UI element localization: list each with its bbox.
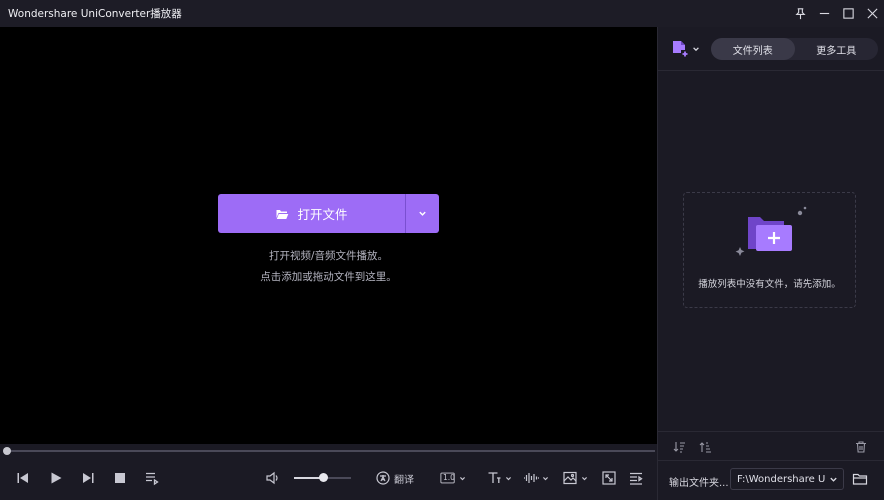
volume-handle[interactable] <box>318 473 328 482</box>
stop-button[interactable] <box>112 469 128 487</box>
speaker-icon <box>266 471 278 485</box>
fullscreen-button[interactable] <box>601 469 617 487</box>
menu-button[interactable] <box>628 469 644 487</box>
add-file-button[interactable] <box>670 39 700 59</box>
minimize-icon[interactable] <box>812 0 836 27</box>
next-button[interactable] <box>80 469 96 487</box>
chevron-down-icon <box>419 211 426 216</box>
open-file-button-group: 打开文件 <box>218 194 439 233</box>
volume-button[interactable] <box>265 469 281 487</box>
empty-folder-illustration-icon <box>735 206 807 256</box>
progress-slider[interactable] <box>5 450 655 452</box>
stop-icon <box>115 473 125 483</box>
playlist-icon <box>146 472 159 486</box>
speed-button[interactable]: 1.0 <box>440 469 466 487</box>
tab-more-tools[interactable]: 更多工具 <box>795 38 879 60</box>
output-folder-row: 输出文件夹... F:\Wondershare U <box>658 460 884 500</box>
text-subtitle-icon <box>488 472 501 483</box>
skip-forward-icon <box>83 473 94 483</box>
pin-icon[interactable] <box>788 0 812 27</box>
chevron-down-icon <box>693 47 699 52</box>
output-folder-path: F:\Wondershare U <box>737 473 826 485</box>
empty-playlist-dropzone[interactable]: 播放列表中没有文件，请先添加。 <box>683 192 856 308</box>
previous-button[interactable] <box>15 469 31 487</box>
play-icon <box>51 472 62 484</box>
subtitle-button[interactable] <box>486 469 512 487</box>
fullscreen-icon <box>602 471 616 485</box>
folder-open-icon <box>276 209 289 219</box>
playlist-toggle-button[interactable] <box>144 469 160 487</box>
maximize-icon[interactable] <box>836 0 860 27</box>
translate-icon <box>376 471 390 485</box>
player-hint-line2: 点击添加或拖动文件到这里。 <box>260 271 397 283</box>
output-folder-select[interactable]: F:\Wondershare U <box>730 468 844 490</box>
chevron-down-icon <box>543 476 548 480</box>
image-icon <box>563 471 577 485</box>
progress-bar-area <box>0 444 657 458</box>
tab-file-list[interactable]: 文件列表 <box>711 38 795 60</box>
chevron-down-icon <box>582 476 587 480</box>
audio-track-button[interactable] <box>523 469 549 487</box>
close-icon[interactable] <box>860 0 884 27</box>
sidebar-tabs: 文件列表 更多工具 <box>711 38 878 60</box>
chevron-down-icon <box>830 477 837 482</box>
sort-descending-icon[interactable] <box>672 439 687 454</box>
screenshot-button[interactable] <box>562 469 588 487</box>
speed-value: 1.0 <box>443 473 455 482</box>
open-file-dropdown[interactable] <box>406 194 439 233</box>
trash-icon[interactable] <box>853 439 868 454</box>
waveform-icon <box>524 473 539 483</box>
window-title: Wondershare UniConverter播放器 <box>8 8 182 20</box>
chevron-down-icon <box>460 476 465 480</box>
empty-playlist-text: 播放列表中没有文件，请先添加。 <box>698 279 841 290</box>
add-file-icon <box>673 41 689 58</box>
open-file-label: 打开文件 <box>297 207 348 222</box>
open-file-button[interactable]: 打开文件 <box>218 194 405 233</box>
folder-icon[interactable] <box>852 471 868 487</box>
sort-ascending-icon[interactable] <box>698 439 713 454</box>
sidebar-header: 文件列表 更多工具 <box>658 27 884 71</box>
progress-handle[interactable] <box>3 447 11 455</box>
title-bar: Wondershare UniConverter播放器 <box>0 0 884 27</box>
player-hint-line1: 打开视频/音频文件播放。 <box>268 250 389 262</box>
output-folder-label: 输出文件夹... <box>669 478 729 489</box>
menu-icon <box>630 472 643 485</box>
video-player-area[interactable]: 打开文件 打开视频/音频文件播放。 点击添加或拖动文件到这里。 <box>0 27 657 444</box>
play-button[interactable] <box>48 469 64 487</box>
playlist-sidebar: 文件列表 更多工具 播放列表中没有文件，请先添加。 输出文件夹... F:\Wo… <box>658 27 884 500</box>
chevron-down-icon <box>506 476 511 480</box>
playback-controls: 翻译 1.0 <box>0 458 657 500</box>
translate-label: 翻译 <box>394 474 414 486</box>
window-controls <box>788 0 884 27</box>
skip-back-icon <box>17 473 28 483</box>
playlist-toolbar <box>658 431 884 459</box>
translate-button[interactable]: 翻译 <box>375 469 414 487</box>
